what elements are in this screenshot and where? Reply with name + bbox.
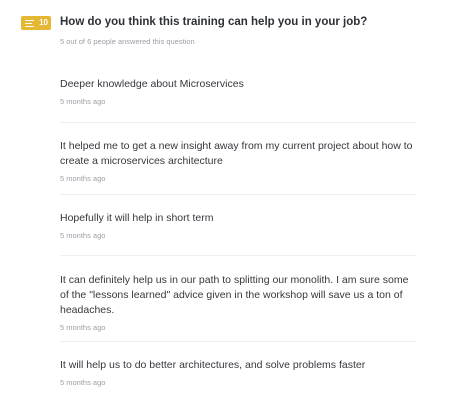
- question-number: 10: [39, 18, 48, 27]
- response-count: 5 out of 6 people answered this question: [60, 37, 195, 46]
- answer-timestamp: 5 months ago: [60, 323, 106, 332]
- answer-text: It can definitely help us in our path to…: [60, 274, 409, 316]
- answer-item: It will help us to do better architectur…: [60, 342, 416, 387]
- answer-text: Deeper knowledge about Microservices: [60, 78, 244, 90]
- answer-item: Deeper knowledge about Microservices 5 m…: [60, 64, 416, 123]
- answer-timestamp: 5 months ago: [60, 97, 106, 106]
- answer-timestamp: 5 months ago: [60, 174, 106, 183]
- question-header: 10 How do you think this training can he…: [21, 16, 464, 34]
- answer-item: It can definitely help us in our path to…: [60, 256, 416, 342]
- question-title: How do you think this training can help …: [60, 16, 368, 28]
- answer-item: It helped me to get a new insight away f…: [60, 123, 416, 195]
- answer-timestamp: 5 months ago: [60, 378, 106, 387]
- answer-item: Hopefully it will help in short term 5 m…: [60, 195, 416, 256]
- text-lines-icon: [25, 19, 34, 27]
- answer-text: It will help us to do better architectur…: [60, 359, 366, 371]
- answer-list: Deeper knowledge about Microservices 5 m…: [60, 64, 416, 387]
- question-type-badge: 10: [21, 16, 51, 30]
- answer-timestamp: 5 months ago: [60, 231, 106, 240]
- answer-text: It helped me to get a new insight away f…: [60, 140, 413, 167]
- answer-text: Hopefully it will help in short term: [60, 212, 214, 224]
